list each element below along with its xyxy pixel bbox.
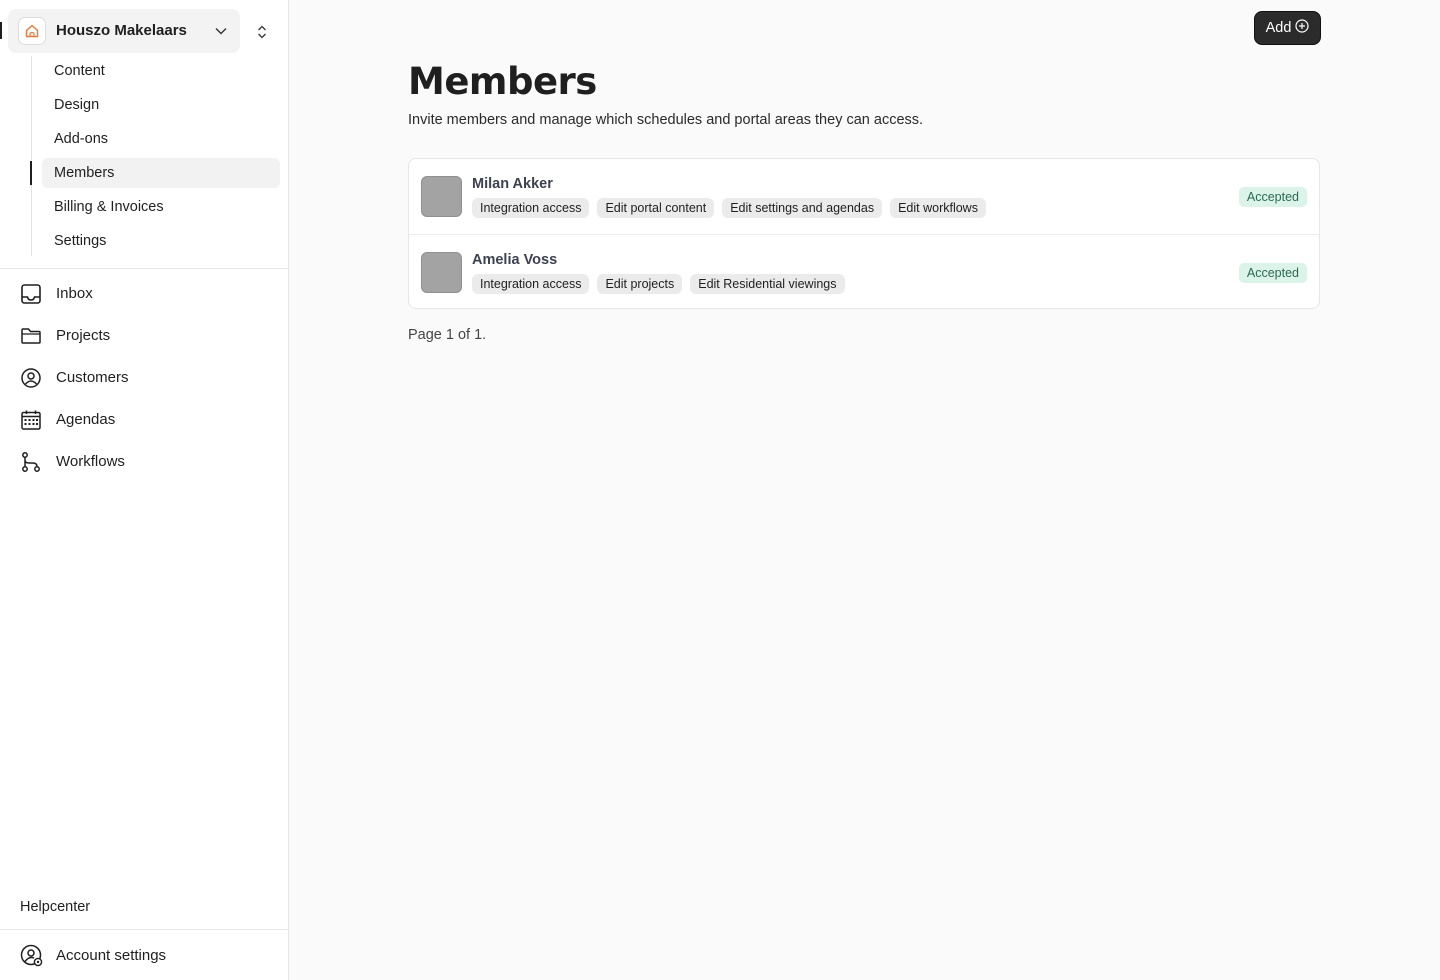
sidebar-divider: [0, 268, 288, 269]
permission-tag: Edit portal content: [597, 198, 715, 218]
avatar[interactable]: [421, 176, 462, 217]
folder-icon: [20, 325, 42, 347]
add-member-button[interactable]: Add: [1254, 11, 1321, 45]
org-logo: [18, 17, 46, 45]
account-settings-label: Account settings: [56, 947, 167, 964]
active-section-marker: [0, 22, 2, 39]
sidebar-item-customers[interactable]: Customers: [12, 360, 280, 396]
member-row[interactable]: Milan Akker Integration access Edit port…: [409, 159, 1319, 234]
subnav-item-label: Billing & Invoices: [54, 199, 164, 215]
pagination-text: Page 1 of 1.: [408, 327, 487, 343]
subnav-item-billing[interactable]: Billing & Invoices: [42, 192, 280, 222]
helpcenter-link[interactable]: Helpcenter: [20, 899, 90, 915]
org-name: Houszo Makelaars: [56, 22, 187, 39]
member-name[interactable]: Milan Akker: [472, 176, 553, 192]
subnav-item-design[interactable]: Design: [42, 90, 280, 120]
permission-tag: Integration access: [472, 274, 590, 294]
subnav-item-label: Content: [54, 63, 105, 79]
subnav-item-label: Members: [54, 165, 115, 181]
permission-tag: Edit settings and agendas: [722, 198, 883, 218]
permission-tag: Edit projects: [597, 274, 683, 294]
sidebar-item-agendas[interactable]: Agendas: [12, 402, 280, 438]
plus-circle-icon: [1295, 19, 1310, 37]
add-button-label: Add: [1265, 20, 1292, 36]
subnav-item-label: Design: [54, 97, 100, 113]
inbox-icon: [20, 283, 42, 305]
permission-tag: Edit Residential viewings: [690, 274, 845, 294]
sidebar-item-label: Workflows: [56, 453, 125, 470]
member-row[interactable]: Amelia Voss Integration access Edit proj…: [409, 234, 1319, 309]
account-settings-link[interactable]: Account settings: [12, 936, 280, 974]
permission-tag: Integration access: [472, 198, 590, 218]
sidebar: Houszo Makelaars Content Design Add-ons …: [0, 0, 289, 980]
page-description: Invite members and manage which schedule…: [408, 112, 924, 128]
member-name[interactable]: Amelia Voss: [472, 252, 557, 268]
permission-tag: Edit workflows: [890, 198, 986, 218]
workflow-icon: [20, 451, 42, 473]
sidebar-item-label: Customers: [56, 369, 129, 386]
user-circle-icon: [20, 367, 42, 389]
sidebar-item-workflows[interactable]: Workflows: [12, 444, 280, 480]
status-badge: Accepted: [1238, 187, 1307, 207]
sidebar-item-inbox[interactable]: Inbox: [12, 276, 280, 312]
calendar-icon: [20, 409, 42, 431]
expand-collapse-icon[interactable]: [254, 23, 270, 41]
permission-tags: Integration access Edit projects Edit Re…: [472, 274, 845, 294]
subnav-item-settings[interactable]: Settings: [42, 226, 280, 256]
members-list: Milan Akker Integration access Edit port…: [408, 158, 1320, 309]
subnav-guide-line: [31, 56, 32, 256]
subnav-item-add-ons[interactable]: Add-ons: [42, 124, 280, 154]
status-badge: Accepted: [1238, 263, 1307, 283]
account-settings-icon: [20, 944, 44, 968]
subnav-item-label: Settings: [54, 233, 107, 249]
chevron-down-icon: [214, 24, 228, 43]
subnav-item-label: Add-ons: [54, 131, 109, 147]
sidebar-item-label: Projects: [56, 327, 111, 344]
sidebar-item-label: Agendas: [56, 411, 116, 428]
house-icon: [25, 24, 39, 38]
sidebar-divider: [0, 929, 288, 930]
subnav-item-members[interactable]: Members: [30, 158, 280, 188]
permission-tags: Integration access Edit portal content E…: [472, 198, 986, 218]
org-switcher[interactable]: Houszo Makelaars: [8, 9, 240, 53]
sidebar-item-label: Inbox: [56, 285, 93, 302]
page-title: Members: [408, 60, 597, 103]
subnav-item-content[interactable]: Content: [42, 56, 280, 86]
avatar[interactable]: [421, 252, 462, 293]
sidebar-item-projects[interactable]: Projects: [12, 318, 280, 354]
